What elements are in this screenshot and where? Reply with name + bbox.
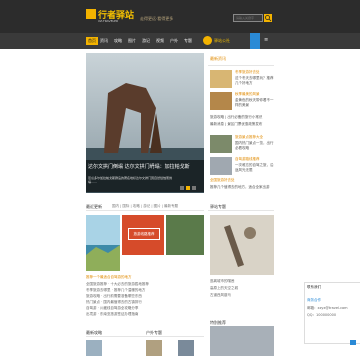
- bottom-thumb[interactable]: [178, 340, 194, 356]
- sidebar-item[interactable]: 古道西风瘦马: [210, 293, 274, 298]
- sidebar-item[interactable]: 高原上的天空之城: [210, 286, 274, 291]
- nav-blue-tab[interactable]: [250, 33, 260, 49]
- menu-icon[interactable]: ≡: [264, 37, 268, 43]
- sidebar-item[interactable]: 逃离城市的喧嚣: [210, 279, 274, 284]
- search-input[interactable]: [233, 14, 263, 22]
- latest-item-title[interactable]: 全国旅游好去处: [210, 178, 272, 183]
- nav-item-photos[interactable]: 图片: [128, 37, 136, 45]
- hero-description: 厄瓜多尔加拉帕戈斯群岛的著名地标达尔文拱门因自然侵蚀而倒塌……: [88, 176, 173, 184]
- slider-dot-active[interactable]: [186, 186, 190, 190]
- bottom-right-image[interactable]: [210, 326, 274, 356]
- list-item[interactable]: 冬季旅游去哪里 · 推荐几个温暖的地方: [86, 288, 204, 293]
- nav-item-topics[interactable]: 专题: [184, 37, 192, 45]
- community-icon: [203, 36, 212, 45]
- latest-title: 最新资讯: [210, 56, 226, 61]
- section-tabs[interactable]: 国内 | 国际 | 攻略 | 游记 | 图片 | 最新专题: [112, 204, 178, 209]
- nav-item-news[interactable]: 资讯: [100, 37, 108, 45]
- latest-item-desc: 国内热门景点一览，出行必看攻略: [235, 141, 274, 150]
- latest-thumb[interactable]: [210, 92, 232, 110]
- float-panel-qq: QQ：100000000: [307, 313, 337, 317]
- latest-thumb[interactable]: [210, 70, 232, 88]
- list-item[interactable]: 全国旅游推荐 · 十大必去的旅游胜地推荐: [86, 282, 204, 287]
- sketch-image: [210, 215, 274, 275]
- search-icon: [265, 15, 272, 22]
- site-slogan: 走得更远·看得更多: [140, 16, 174, 21]
- nav-item-home[interactable]: 首页: [86, 37, 98, 45]
- latest-item-title[interactable]: 秋季最美的风景: [235, 92, 275, 97]
- main-nav: [0, 33, 360, 49]
- float-panel-toggle[interactable]: [350, 340, 356, 345]
- list-item[interactable]: 旅游攻略 · 出行前需要准备哪些东西: [86, 294, 204, 299]
- nav-item-outdoor[interactable]: 户外: [170, 37, 178, 45]
- nav-item-community[interactable]: 驿站公社: [214, 38, 230, 44]
- sidebar-image[interactable]: [210, 215, 274, 275]
- section-image[interactable]: [86, 215, 120, 271]
- latest-item-desc: 一次难忘的自驾之旅，沿途风光无限: [235, 163, 274, 172]
- nav-item-travelogue[interactable]: 游记: [142, 37, 150, 45]
- logo-icon[interactable]: [86, 9, 96, 19]
- float-panel-email: 邮箱：xzyz@travel.com: [307, 306, 348, 310]
- island-image: [86, 215, 120, 271]
- route-badge[interactable]: 旅游线路推荐: [128, 228, 160, 240]
- logo-subtitle: XZ-TRAVELER: [98, 19, 119, 23]
- float-panel-title: 联系我们: [307, 285, 321, 289]
- latest-thumb[interactable]: [210, 157, 232, 175]
- latest-item-desc: 推荐几个值得去的地方，适合全家出游: [210, 185, 270, 189]
- bottom-divider: [86, 336, 204, 337]
- slider-dot[interactable]: [180, 186, 184, 190]
- latest-item-title[interactable]: 冬季旅游好去处: [235, 70, 275, 75]
- nav-item-video[interactable]: 视频: [156, 37, 164, 45]
- header-bar: [0, 0, 360, 33]
- section-highlight[interactable]: 推荐一个最适合自驾游的地方: [86, 275, 204, 280]
- list-item[interactable]: 出境游 · 东南亚旅游签证办理指南: [86, 312, 204, 317]
- list-item[interactable]: 热门景点 · 国内最值得去的古镇排行: [86, 300, 204, 305]
- nav-item-guide[interactable]: 攻略: [114, 37, 122, 45]
- bottom-thumb[interactable]: [146, 340, 162, 356]
- latest-link[interactable]: 最新消息 | 景区门票优惠政策发布: [210, 122, 272, 127]
- latest-item-desc: 金黄色的秋天带你看不一样的美景: [235, 98, 274, 107]
- section-divider: [86, 210, 204, 211]
- latest-thumb[interactable]: [210, 135, 232, 153]
- sidebar-divider: [208, 210, 274, 211]
- latest-item-title[interactable]: 旅游景点推荐大全: [235, 135, 275, 140]
- list-item[interactable]: 自驾游 · 川藏线自驾游全攻略分享: [86, 306, 204, 311]
- section-image[interactable]: [166, 215, 204, 255]
- latest-item-desc: 这个冬天去哪里玩？推荐几个好地方: [235, 76, 274, 85]
- latest-item-title[interactable]: 自驾游路线推荐: [235, 157, 275, 162]
- section-title: 最近更新: [86, 204, 102, 209]
- bottom-thumb[interactable]: [86, 340, 102, 356]
- slider-dot[interactable]: [192, 186, 196, 190]
- float-panel-link[interactable]: 商务合作: [307, 298, 357, 303]
- latest-link[interactable]: 旅游攻略 | 出行必备的旅行小常识: [210, 115, 272, 120]
- hero-caption[interactable]: 达尔文拱门倒塌 达尔文拱门坍塌：加拉帕戈斯: [88, 163, 202, 170]
- search-button[interactable]: [264, 14, 272, 22]
